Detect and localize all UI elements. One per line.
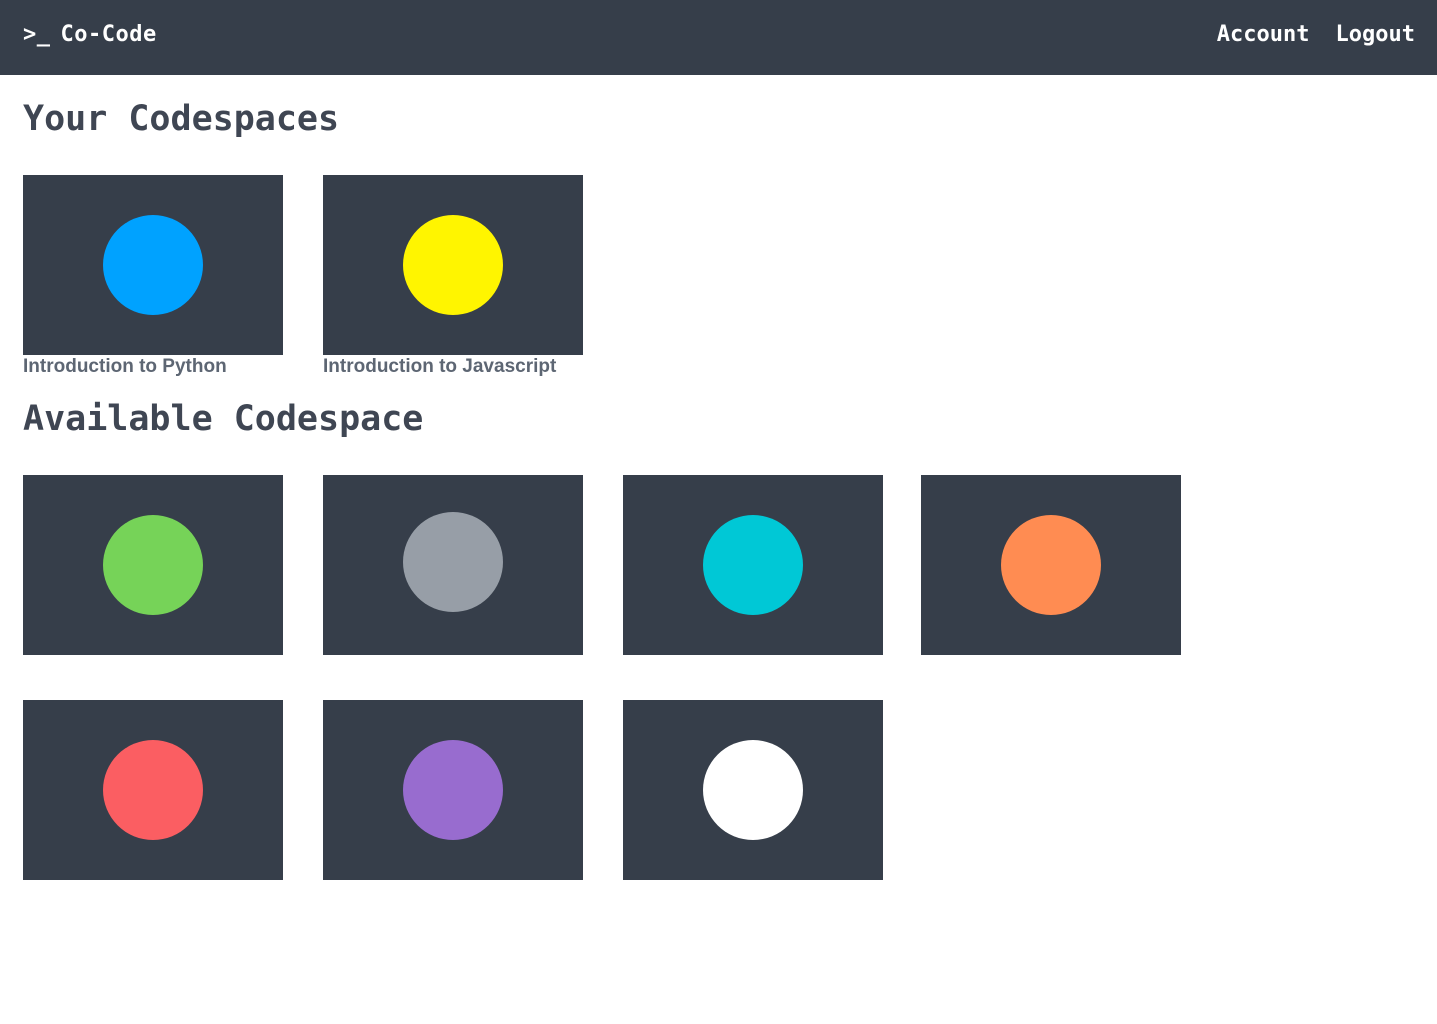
logout-link[interactable]: Logout (1336, 22, 1415, 47)
codespace-color-dot (103, 215, 203, 315)
codespace-card-python[interactable] (23, 175, 283, 355)
codespace-color-dot (403, 215, 503, 315)
top-navbar: >_ Co-Code Account Logout (0, 0, 1437, 75)
brand-logo-link[interactable]: >_ Co-Code (23, 22, 157, 47)
available-codespace-card[interactable] (23, 700, 283, 880)
codespace-color-dot (103, 740, 203, 840)
codespace-card-javascript[interactable] (323, 175, 583, 355)
codespace-card-label[interactable]: Introduction to Javascript (323, 356, 556, 378)
available-codespace-card[interactable] (323, 475, 583, 655)
codespace-card-label[interactable]: Introduction to Python (23, 356, 227, 378)
account-link[interactable]: Account (1217, 22, 1310, 47)
codespace-color-dot (1001, 515, 1101, 615)
terminal-prompt-icon: >_ (23, 22, 51, 47)
codespace-color-dot (103, 515, 203, 615)
available-codespaces-heading: Available Codespace (23, 399, 424, 439)
nav-links: Account Logout (1217, 22, 1415, 47)
available-codespace-card[interactable] (23, 475, 283, 655)
codespace-color-dot (703, 515, 803, 615)
your-codespaces-heading: Your Codespaces (23, 99, 340, 139)
brand-name: Co-Code (60, 22, 157, 47)
available-codespace-card[interactable] (323, 700, 583, 880)
available-codespace-card[interactable] (921, 475, 1181, 655)
codespace-color-dot (703, 740, 803, 840)
available-codespace-card[interactable] (623, 475, 883, 655)
codespace-color-dot (403, 512, 503, 612)
codespace-color-dot (403, 740, 503, 840)
available-codespace-card[interactable] (623, 700, 883, 880)
